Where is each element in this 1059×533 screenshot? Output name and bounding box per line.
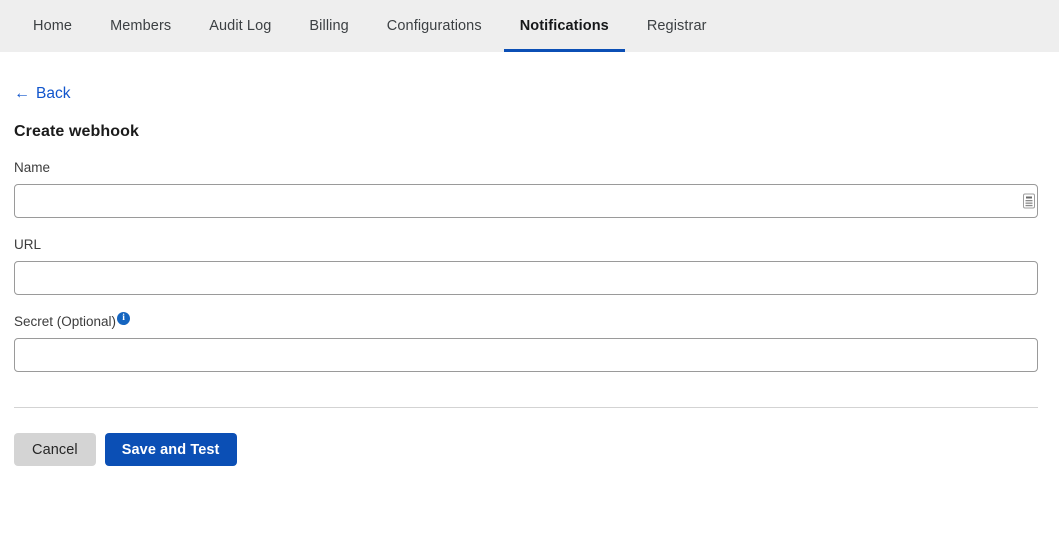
secret-label-text: Secret (Optional) [14,314,117,329]
form-divider [14,407,1038,408]
tab-label: Registrar [646,18,707,34]
field-url: URL [14,236,1045,295]
url-input-wrap [14,261,1045,295]
save-and-test-button[interactable]: Save and Test [104,433,237,466]
name-input[interactable] [14,184,1038,218]
page-title: Create webhook [14,123,139,140]
name-label-text: Name [14,160,51,175]
field-secret: Secret (Optional) i [14,312,1045,372]
url-label-text: URL [14,237,42,252]
page-content: ← Back Create webhook Name URL Secret (O… [0,52,1059,466]
back-link-label: Back [36,85,71,102]
info-icon[interactable]: i [117,312,131,325]
tab-home[interactable]: Home [14,0,91,52]
name-input-wrap [14,184,1045,218]
name-label: Name [14,160,50,176]
cancel-button[interactable]: Cancel [14,433,96,466]
form-autofill-icon[interactable] [1022,193,1036,210]
tab-registrar[interactable]: Registrar [628,0,726,52]
url-input[interactable] [14,261,1038,295]
tab-label: Notifications [519,18,609,34]
tab-configurations[interactable]: Configurations [368,0,501,52]
tab-members[interactable]: Members [91,0,190,52]
tab-label: Configurations [386,18,482,34]
back-link[interactable]: ← Back [14,85,70,103]
tab-billing[interactable]: Billing [290,0,367,52]
tab-label: Home [33,18,73,34]
tab-label: Audit Log [209,18,272,34]
field-name: Name [14,159,1045,218]
url-label: URL [14,237,41,253]
secret-input-wrap [14,338,1045,372]
secret-label: Secret (Optional) i [14,312,131,330]
secret-input[interactable] [14,338,1038,372]
tab-audit-log[interactable]: Audit Log [190,0,290,52]
tab-label: Members [110,18,172,34]
primary-navigation: Home Members Audit Log Billing Configura… [0,0,1059,52]
tab-label: Billing [309,18,349,34]
tab-notifications[interactable]: Notifications [501,0,628,52]
form-actions: Cancel Save and Test [14,433,1045,466]
arrow-left-icon: ← [14,85,30,102]
